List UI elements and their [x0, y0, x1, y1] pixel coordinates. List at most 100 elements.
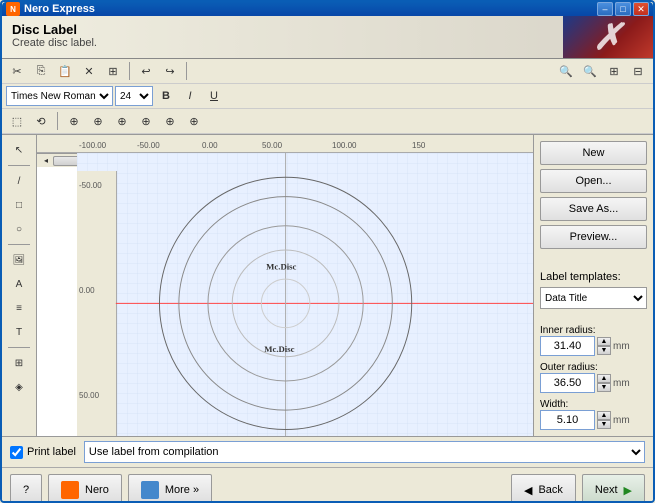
more-button-label: More » — [165, 484, 199, 496]
text-tool[interactable]: A — [6, 273, 32, 295]
image-tool[interactable]: 🖼 — [6, 249, 32, 271]
new-button[interactable]: New — [540, 141, 647, 165]
special-tool[interactable]: ◈ — [6, 376, 32, 398]
tool1-button[interactable]: ⬚ — [6, 111, 28, 131]
list-tool[interactable]: ≡ — [6, 297, 32, 319]
toolbar-row-2: Times New Roman 24 B I U — [2, 84, 653, 109]
help-icon: ? — [23, 484, 29, 496]
view1-button[interactable]: ⊞ — [603, 61, 625, 81]
inner-radius-down[interactable]: ▼ — [597, 346, 611, 355]
width-down[interactable]: ▼ — [597, 420, 611, 429]
header-area: Disc Label Create disc label. ✗ — [2, 16, 653, 59]
compilation-select[interactable]: Use label from compilation — [84, 441, 645, 463]
nero-button-label: Nero — [85, 484, 109, 496]
tool7-button[interactable]: ⊕ — [159, 111, 181, 131]
footer: ? Nero More » ◀ Back Next ▶ — [2, 467, 653, 503]
view2-button[interactable]: ⊟ — [627, 61, 649, 81]
outer-radius-down[interactable]: ▼ — [597, 383, 611, 392]
line-tool[interactable]: / — [6, 170, 32, 192]
outer-radius-unit: mm — [613, 378, 630, 389]
left-toolbar: ↖ / □ ○ 🖼 A ≡ T ⊞ ◈ — [2, 135, 37, 436]
select-tool[interactable]: ↖ — [6, 139, 32, 161]
ruler-h-label-2: -50.00 — [137, 141, 160, 150]
toolbar-divider-1 — [8, 165, 30, 166]
back-icon: ◀ — [524, 484, 532, 497]
open-button[interactable]: Open... — [540, 169, 647, 193]
bottom-bar: Print label Use label from compilation — [2, 436, 653, 467]
font-select[interactable]: Times New Roman — [6, 86, 113, 106]
tool2-button[interactable]: ⟲ — [30, 111, 52, 131]
tool4-button[interactable]: ⊕ — [87, 111, 109, 131]
maximize-button[interactable]: □ — [615, 2, 631, 16]
copy-button[interactable]: ⎘ — [30, 61, 52, 81]
font-size-select[interactable]: 24 — [115, 86, 153, 106]
undo-button[interactable]: ↩ — [135, 61, 157, 81]
paste-button[interactable]: 📋 — [54, 61, 76, 81]
inner-radius-row: Inner radius: 31.40 ▲ ▼ mm — [540, 325, 647, 356]
preview-button[interactable]: Preview... — [540, 225, 647, 249]
svg-text:Mc.Disc: Mc.Disc — [266, 261, 296, 271]
toolbar-separator-1 — [129, 62, 130, 80]
tool3-button[interactable]: ⊕ — [63, 111, 85, 131]
outer-radius-spinner: ▲ ▼ — [597, 374, 611, 392]
zoom-out-button[interactable]: 🔍 — [555, 61, 577, 81]
disc-svg: Mc.Disc Mc.Disc — [77, 153, 533, 436]
redo-button[interactable]: ↪ — [159, 61, 181, 81]
inner-radius-spinner: ▲ ▼ — [597, 337, 611, 355]
more-button[interactable]: More » — [128, 474, 212, 503]
outer-radius-row: Outer radius: ▲ ▼ mm — [540, 362, 647, 393]
width-input[interactable] — [540, 410, 595, 430]
toolbar-divider-3 — [8, 347, 30, 348]
footer-right: ◀ Back Next ▶ — [511, 474, 645, 503]
tool8-button[interactable]: ⊕ — [183, 111, 205, 131]
logo-area: ✗ — [563, 16, 653, 58]
tool6-button[interactable]: ⊕ — [135, 111, 157, 131]
inner-radius-unit: mm — [613, 341, 630, 352]
canvas-drawing[interactable]: -50.00 0.00 50.00 — [77, 153, 533, 436]
back-button[interactable]: ◀ Back — [511, 474, 576, 503]
outer-radius-up[interactable]: ▲ — [597, 374, 611, 383]
print-label-text: Print label — [27, 446, 76, 458]
duplicate-button[interactable]: ⊞ — [102, 61, 124, 81]
label-templates-select[interactable]: Data Title — [540, 287, 647, 309]
canvas-area: -100.00 -50.00 0.00 50.00 100.00 150 -50… — [37, 135, 533, 436]
toolbar-row-3: ⬚ ⟲ ⊕ ⊕ ⊕ ⊕ ⊕ ⊕ — [2, 109, 653, 134]
next-button[interactable]: Next ▶ — [582, 474, 645, 503]
ruler-horizontal: -100.00 -50.00 0.00 50.00 100.00 150 — [37, 135, 533, 153]
minimize-button[interactable]: – — [597, 2, 613, 16]
window-controls: – □ ✕ — [597, 2, 649, 16]
inner-radius-input[interactable]: 31.40 — [540, 336, 595, 356]
ellipse-tool[interactable]: ○ — [6, 218, 32, 240]
delete-button[interactable]: ✕ — [78, 61, 100, 81]
italic-button[interactable]: I — [179, 86, 201, 106]
main-content: ↖ / □ ○ 🖼 A ≡ T ⊞ ◈ -100.00 -50.00 0.00 … — [2, 135, 653, 436]
scroll-left-button[interactable]: ◂ — [39, 155, 53, 167]
app-icon: N — [6, 2, 20, 16]
ruler-h-label-6: 150 — [412, 141, 425, 150]
footer-left: ? Nero More » — [10, 474, 212, 503]
save-as-button[interactable]: Save As... — [540, 197, 647, 221]
print-label-checkbox-label[interactable]: Print label — [10, 446, 76, 459]
tool5-button[interactable]: ⊕ — [111, 111, 133, 131]
svg-text:Mc.Disc: Mc.Disc — [264, 344, 294, 354]
close-button[interactable]: ✕ — [633, 2, 649, 16]
width-up[interactable]: ▲ — [597, 411, 611, 420]
zoom-in-button[interactable]: 🔍 — [579, 61, 601, 81]
radius-group: Inner radius: 31.40 ▲ ▼ mm Outer radius: — [540, 325, 647, 430]
text2-tool[interactable]: T — [6, 321, 32, 343]
toolbar-container: ✂ ⎘ 📋 ✕ ⊞ ↩ ↪ 🔍 🔍 ⊞ ⊟ Times New Roman 24… — [2, 59, 653, 135]
bold-button[interactable]: B — [155, 86, 177, 106]
outer-radius-input[interactable] — [540, 373, 595, 393]
help-button[interactable]: ? — [10, 474, 42, 503]
underline-button[interactable]: U — [203, 86, 225, 106]
page-subtitle: Create disc label. — [12, 37, 553, 49]
toolbar-separator-2 — [186, 62, 187, 80]
cut-button[interactable]: ✂ — [6, 61, 28, 81]
inner-radius-up[interactable]: ▲ — [597, 337, 611, 346]
toolbar-separator-3 — [57, 112, 58, 130]
print-label-checkbox[interactable] — [10, 446, 23, 459]
rect-tool[interactable]: □ — [6, 194, 32, 216]
title-bar: N Nero Express – □ ✕ — [2, 2, 653, 16]
grid-tool[interactable]: ⊞ — [6, 352, 32, 374]
nero-button[interactable]: Nero — [48, 474, 122, 503]
